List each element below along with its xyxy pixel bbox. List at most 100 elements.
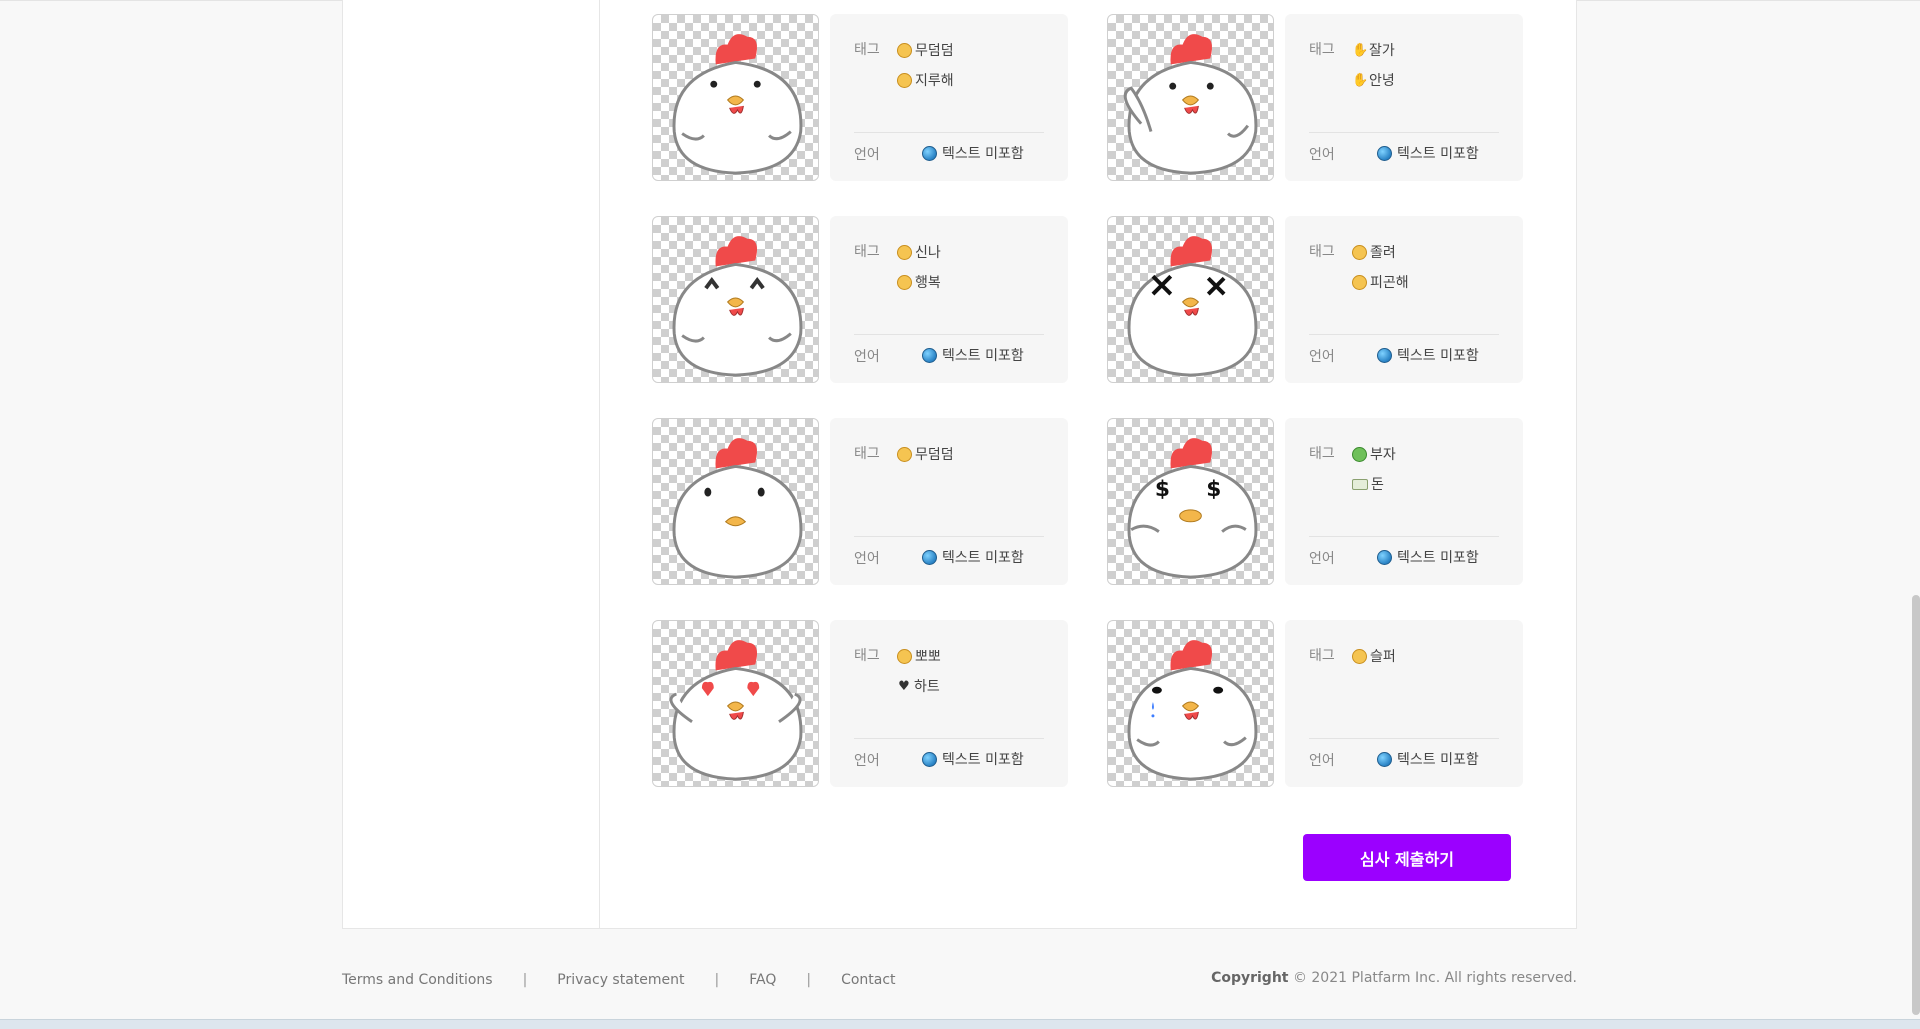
sticker-image[interactable] <box>652 216 819 383</box>
language-value: 텍스트 미포함 <box>1377 345 1479 365</box>
tired-face-icon <box>1352 274 1367 290</box>
language-text: 텍스트 미포함 <box>1397 752 1479 768</box>
tag-label: 태그 <box>854 244 880 260</box>
footer-separator: | <box>714 972 720 988</box>
language-label: 언어 <box>1309 147 1335 163</box>
faq-link[interactable]: FAQ <box>749 972 776 988</box>
language-text: 텍스트 미포함 <box>942 752 1024 768</box>
tag-label: 태그 <box>1309 244 1335 260</box>
tag-item: ♥ 하트 <box>897 674 941 698</box>
sticker-image[interactable]: $ $ <box>1107 418 1274 585</box>
globe-icon <box>1377 751 1392 767</box>
sticker-info-panel: 태그 무덤덤 지루해 언어 텍스트 미포함 <box>830 14 1068 181</box>
sticker-image[interactable] <box>1107 620 1274 787</box>
tag-list: 신나행복 <box>897 240 941 300</box>
tag-text: 돈 <box>1371 477 1384 493</box>
language-label: 언어 <box>854 753 880 769</box>
sticker-info-panel: 태그 뽀뽀 ♥ 하트 언어 텍스트 미포함 <box>830 620 1068 787</box>
tag-item: 뽀뽀 <box>897 644 941 668</box>
expressionless-face-icon <box>897 72 912 88</box>
tag-label: 태그 <box>854 446 880 462</box>
tag-item: 슬퍼 <box>1352 644 1396 668</box>
bottom-strip <box>0 1019 1920 1029</box>
tag-text: 뽀뽀 <box>915 649 941 665</box>
language-value: 텍스트 미포함 <box>1377 143 1479 163</box>
sticker-image[interactable] <box>1107 14 1274 181</box>
tag-text: 하트 <box>914 679 940 695</box>
info-divider <box>1309 334 1499 335</box>
footer-separator: | <box>806 972 812 988</box>
tag-text: 졸려 <box>1370 245 1396 261</box>
tag-item: 피곤해 <box>1352 270 1409 294</box>
tag-list: 무덤덤 <box>897 442 954 472</box>
sticker-card: 태그 졸려피곤해언어 텍스트 미포함 <box>1107 216 1544 383</box>
sticker-info-panel: 태그 슬퍼 언어 텍스트 미포함 <box>1285 620 1523 787</box>
language-value: 텍스트 미포함 <box>922 345 1024 365</box>
tag-item: 지루해 <box>897 68 954 92</box>
tag-label: 태그 <box>1309 446 1335 462</box>
globe-icon <box>922 751 937 767</box>
sticker-image[interactable] <box>652 418 819 585</box>
tag-text: 행복 <box>915 275 941 291</box>
globe-icon <box>922 549 937 565</box>
tag-label: 태그 <box>1309 42 1335 58</box>
tag-list: 뽀뽀 ♥ 하트 <box>897 644 941 704</box>
copyright: Copyright © 2021 Platfarm Inc. All right… <box>1211 970 1577 986</box>
globe-icon <box>1377 347 1392 363</box>
tag-text: 지루해 <box>915 73 954 89</box>
info-divider <box>854 536 1044 537</box>
sticker-card: 태그 뽀뽀 ♥ 하트 언어 텍스트 미포함 <box>652 620 1089 787</box>
sticker-info-panel: 태그 무덤덤 언어 텍스트 미포함 <box>830 418 1068 585</box>
tag-text: 피곤해 <box>1370 275 1409 291</box>
tag-item: 돈 <box>1352 472 1396 496</box>
tag-item: 부자 <box>1352 442 1396 466</box>
tag-text: 안녕 <box>1369 73 1395 89</box>
waving-hand-icon: ✋ <box>1352 72 1369 88</box>
neutral-face-icon <box>897 42 912 58</box>
sticker-info-panel: 태그 신나행복언어 텍스트 미포함 <box>830 216 1068 383</box>
raised-hand-icon: ✋ <box>1352 42 1369 58</box>
sticker-info-panel: 태그 졸려피곤해언어 텍스트 미포함 <box>1285 216 1523 383</box>
banknote-icon <box>1352 478 1368 490</box>
globe-icon <box>922 347 937 363</box>
sticker-card: 태그 무덤덤 지루해 언어 텍스트 미포함 <box>652 14 1089 181</box>
sticker-image[interactable] <box>652 14 819 181</box>
info-divider <box>1309 738 1499 739</box>
language-label: 언어 <box>854 349 880 365</box>
grinning-squint-face-icon <box>897 244 912 260</box>
footer-separator: | <box>522 972 528 988</box>
sticker-image[interactable] <box>1107 216 1274 383</box>
copyright-brand: Copyright <box>1211 970 1289 986</box>
tag-text: 잘가 <box>1369 43 1395 59</box>
globe-icon <box>1377 145 1392 161</box>
tag-text: 부자 <box>1370 447 1396 463</box>
tag-list: 슬퍼 <box>1352 644 1396 674</box>
kissing-face-icon <box>897 648 912 664</box>
sidebar-divider <box>599 0 600 928</box>
info-divider <box>1309 132 1499 133</box>
scrollbar-thumb[interactable] <box>1912 595 1920 1015</box>
contact-link[interactable]: Contact <box>841 972 895 988</box>
black-heart-icon: ♥ <box>898 678 910 694</box>
submit-review-button[interactable]: 심사 제출하기 <box>1303 834 1511 881</box>
language-label: 언어 <box>1309 349 1335 365</box>
footer-links: Terms and Conditions | Privacy statement… <box>342 972 896 988</box>
language-value: 텍스트 미포함 <box>922 143 1024 163</box>
tag-text: 무덤덤 <box>915 447 954 463</box>
sticker-card: 태그 슬퍼 언어 텍스트 미포함 <box>1107 620 1544 787</box>
tag-list: ✋ 잘가 ✋ 안녕 <box>1352 38 1395 98</box>
tag-label: 태그 <box>854 42 880 58</box>
terms-link[interactable]: Terms and Conditions <box>342 972 493 988</box>
globe-icon <box>1377 549 1392 565</box>
language-label: 언어 <box>1309 551 1335 567</box>
info-divider <box>854 334 1044 335</box>
language-label: 언어 <box>854 551 880 567</box>
tag-text: 신나 <box>915 245 941 261</box>
svg-text:$: $ <box>1155 477 1170 502</box>
language-value: 텍스트 미포함 <box>1377 749 1479 769</box>
tag-item: 무덤덤 <box>897 38 954 62</box>
language-label: 언어 <box>1309 753 1335 769</box>
sticker-card: 태그 무덤덤 언어 텍스트 미포함 <box>652 418 1089 585</box>
privacy-link[interactable]: Privacy statement <box>557 972 684 988</box>
sticker-image[interactable] <box>652 620 819 787</box>
